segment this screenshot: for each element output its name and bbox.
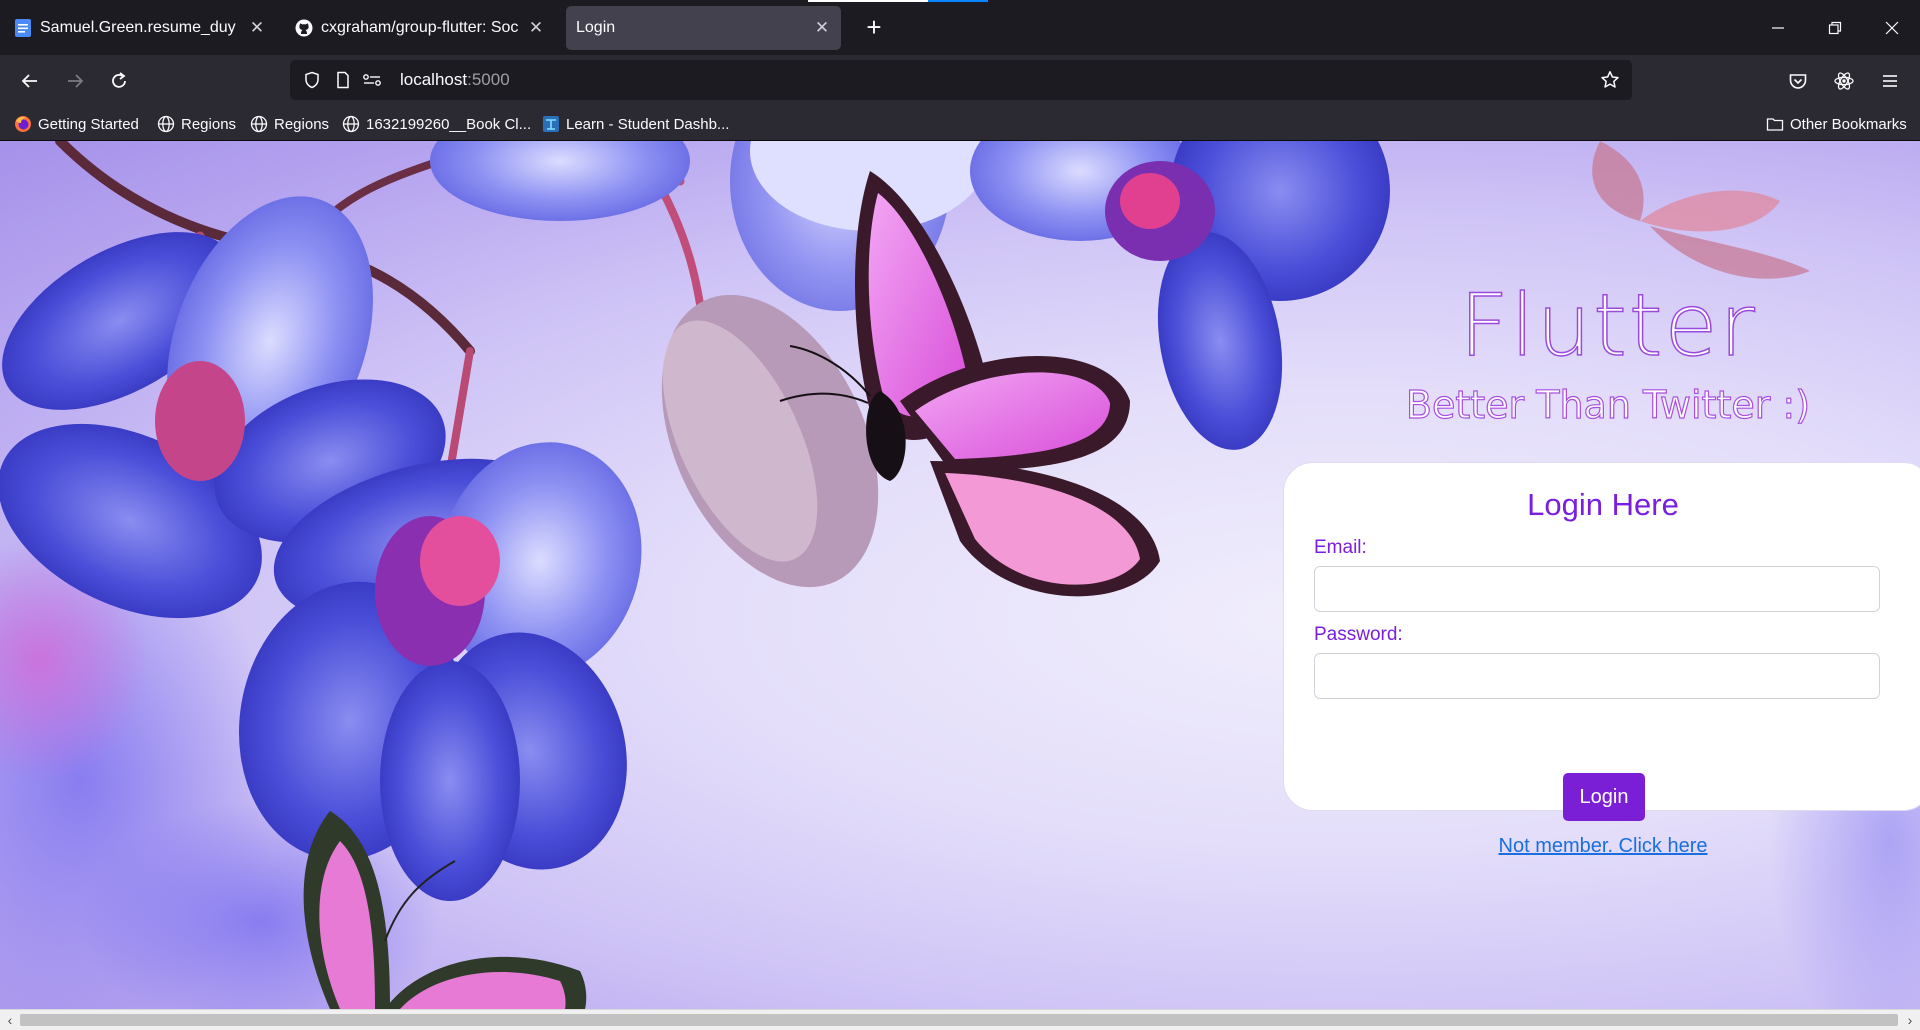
star-icon[interactable] <box>1600 70 1620 90</box>
page-viewport: Flutter Better Than Twitter :) Login Her… <box>0 141 1920 1009</box>
page-icon[interactable] <box>333 70 353 90</box>
close-window-button[interactable] <box>1872 8 1912 48</box>
bookmark-book-club[interactable]: 1632199260__Book Cl... <box>342 113 531 135</box>
scroll-left-icon[interactable]: ‹ <box>2 1012 18 1028</box>
close-tab-icon[interactable]: ✕ <box>527 18 545 38</box>
bookmark-regions[interactable]: Regions <box>157 113 236 135</box>
github-icon <box>295 19 313 37</box>
url-host: localhost <box>400 70 468 89</box>
other-bookmarks[interactable]: Other Bookmarks <box>1766 113 1907 135</box>
bookmark-label: Learn - Student Dashb... <box>566 115 730 133</box>
pocket-icon <box>1789 74 1807 89</box>
globe-icon <box>342 115 360 133</box>
react-icon <box>1834 72 1854 90</box>
hamburger-menu-icon <box>1883 75 1897 87</box>
close-icon <box>1885 21 1899 35</box>
tab-login[interactable]: Login ✕ <box>566 6 841 50</box>
menu-button[interactable] <box>1872 63 1908 99</box>
arrow-right-icon <box>68 74 84 88</box>
tab-title: cxgraham/group-flutter: Social <box>321 19 519 36</box>
reload-button[interactable] <box>101 63 137 99</box>
bookmark-getting-started[interactable]: Getting Started <box>14 113 139 135</box>
tagline: Better Than Twitter :) <box>1405 382 1811 427</box>
tab-github[interactable]: cxgraham/group-flutter: Social ✕ <box>285 6 555 50</box>
tab-resume[interactable]: Samuel.Green.resume_duy edits ✕ <box>4 6 276 50</box>
login-card: Login Here Email: Password: Login Not me… <box>1283 462 1920 857</box>
react-devtools-button[interactable] <box>1826 63 1862 99</box>
register-link[interactable]: Not member. Click here <box>1284 835 1920 858</box>
globe-icon <box>250 115 268 133</box>
bookmark-learn[interactable]: Learn - Student Dashb... <box>542 113 729 135</box>
bookmark-label: Regions <box>274 115 330 133</box>
bookmark-label: Getting Started <box>38 115 139 133</box>
login-button[interactable]: Login <box>1563 773 1645 821</box>
reload-icon <box>112 72 126 88</box>
pocket-button[interactable] <box>1780 63 1816 99</box>
minimize-button[interactable] <box>1758 8 1798 48</box>
email-label: Email: <box>1314 537 1367 558</box>
horizontal-scrollbar[interactable]: ‹ › <box>0 1009 1920 1030</box>
login-title: Login Here <box>1527 487 1679 522</box>
tab-title: Login <box>576 19 616 36</box>
password-label: Password: <box>1314 624 1403 645</box>
url-text[interactable]: localhost:5000 <box>400 70 510 90</box>
firefox-icon <box>14 115 32 133</box>
close-tab-icon[interactable]: ✕ <box>813 18 831 38</box>
forward-button[interactable] <box>57 63 93 99</box>
bookmark-label: Regions <box>181 115 237 133</box>
close-tab-icon[interactable]: ✕ <box>248 18 266 38</box>
restore-button[interactable] <box>1815 8 1855 48</box>
email-field[interactable] <box>1314 566 1880 612</box>
other-bookmarks-label: Other Bookmarks <box>1790 115 1907 133</box>
bookmark-regions-2[interactable]: Regions <box>250 113 329 135</box>
docs-icon <box>14 19 32 37</box>
scroll-right-icon[interactable]: › <box>1902 1012 1918 1028</box>
globe-icon <box>157 115 175 133</box>
tab-strip: Samuel.Green.resume_duy edits ✕ cxgraham… <box>0 0 1920 55</box>
tab-title: Samuel.Green.resume_duy edits <box>40 19 240 36</box>
learn-icon <box>542 115 560 133</box>
scrollbar-thumb[interactable] <box>20 1014 1898 1026</box>
bookmarks-toolbar: Getting Started Regions Regions 16321992… <box>0 107 1920 141</box>
minimize-icon <box>1772 27 1784 29</box>
back-button[interactable] <box>12 63 48 99</box>
folder-icon <box>1766 115 1784 133</box>
new-tab-button[interactable]: + <box>856 10 892 46</box>
navigation-toolbar: localhost:5000 <box>0 55 1920 107</box>
restore-icon <box>1828 21 1842 35</box>
brand-title: Flutter <box>1458 275 1757 377</box>
bookmark-label: 1632199260__Book Cl... <box>366 115 532 133</box>
tab-strip-accent-blue <box>928 0 988 2</box>
url-port: :5000 <box>467 70 510 89</box>
hero: Flutter Better Than Twitter :) <box>1283 275 1920 428</box>
password-field[interactable] <box>1314 653 1880 699</box>
shield-icon[interactable] <box>302 70 322 90</box>
permissions-icon[interactable] <box>362 70 382 90</box>
address-bar[interactable]: localhost:5000 <box>290 60 1632 100</box>
arrow-left-icon <box>21 74 37 88</box>
